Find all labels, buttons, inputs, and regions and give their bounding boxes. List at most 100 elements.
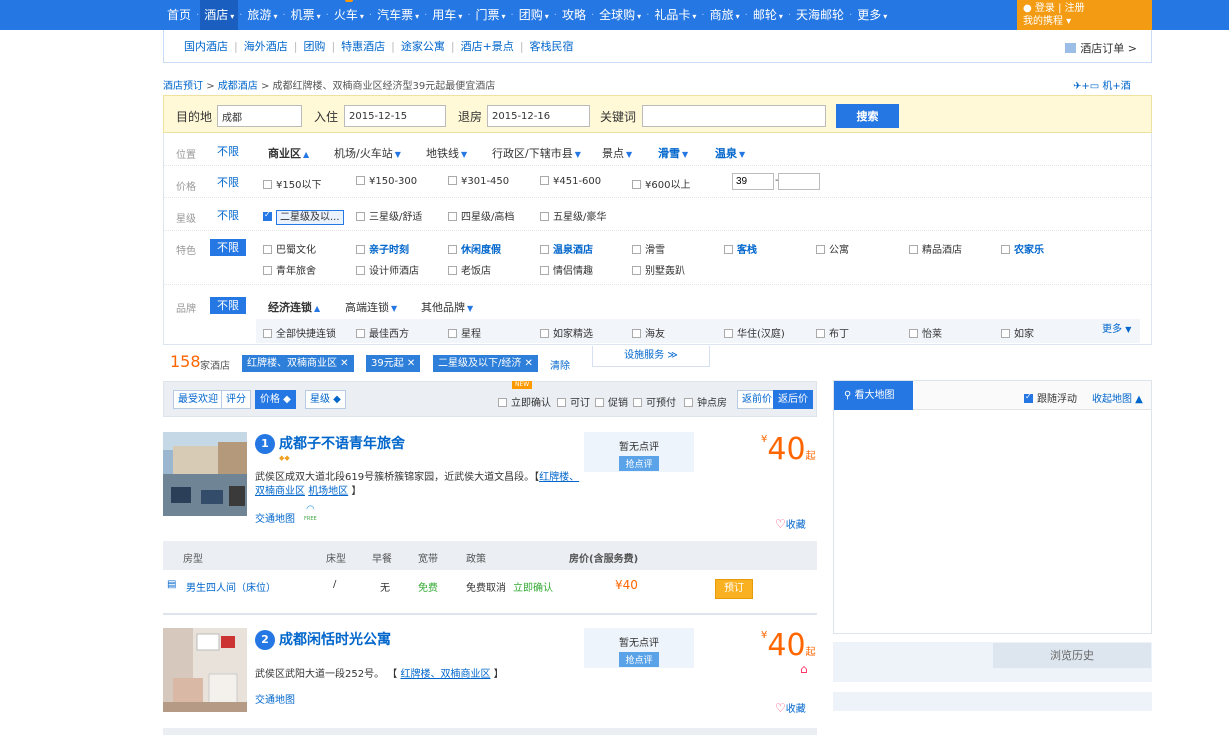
traffic-map-link[interactable]: 交通地图 (255, 691, 295, 706)
checkbox[interactable] (909, 245, 918, 254)
subnav-item-3[interactable]: 特惠酒店 (341, 38, 385, 54)
brand-option-3[interactable]: 如家精选 (540, 325, 593, 340)
brand-tab-2[interactable]: 其他品牌 ▼ (421, 299, 473, 315)
check-promo[interactable]: 促销 (595, 394, 628, 409)
book-button[interactable]: 预订 (715, 579, 753, 599)
feature-option-1[interactable]: 亲子时刻 (356, 241, 409, 256)
checkbox[interactable] (724, 329, 733, 338)
subnav-item-2[interactable]: 团购 (303, 38, 325, 54)
checkbox[interactable] (909, 329, 918, 338)
subnav-item-5[interactable]: 酒店+景点 (461, 38, 514, 54)
register-link[interactable]: 注册 (1065, 3, 1085, 14)
write-review-button[interactable]: 抢点评 (619, 652, 659, 667)
nav-item-11[interactable]: 礼品卡 ▾ (650, 0, 700, 30)
checkbox[interactable] (356, 329, 365, 338)
browse-history-tab[interactable]: 浏览历史 (993, 643, 1151, 668)
favorite-button[interactable]: ♡收藏 (775, 700, 806, 715)
checkbox[interactable] (356, 212, 365, 221)
checkbox[interactable] (540, 176, 549, 185)
checkbox[interactable] (632, 180, 641, 189)
nav-item-7[interactable]: 门票 ▾ (472, 0, 510, 30)
check-available[interactable]: 可订 (557, 394, 590, 409)
brand-tab-0[interactable]: 经济连锁 ▲ (268, 299, 320, 315)
more-services-toggle[interactable]: 设施服务 ≫ (592, 346, 710, 367)
feature-option-3[interactable]: 温泉酒店 (540, 241, 593, 256)
feature-option-2[interactable]: 休闲度假 (448, 241, 501, 256)
checkbox[interactable] (263, 245, 272, 254)
traffic-map-link[interactable]: 交通地图 (255, 510, 295, 525)
checkbox[interactable] (724, 245, 733, 254)
chip-price[interactable]: 39元起 ✕ (366, 355, 421, 372)
brand-unlimited[interactable]: 不限 (210, 297, 246, 314)
brand-option-2[interactable]: 星程 (448, 325, 481, 340)
location-option-2[interactable]: 地铁线 ▼ (426, 145, 467, 161)
login-link[interactable]: 登录 (1035, 3, 1055, 14)
subnav-item-6[interactable]: 客栈民宿 (530, 38, 574, 54)
hotel-name-link[interactable]: 成都子不语青年旅舍 (279, 433, 405, 453)
price-min-input[interactable] (732, 173, 774, 190)
area-link-airport[interactable]: 机场地区 (308, 486, 348, 497)
checkbox[interactable] (632, 245, 641, 254)
brand-option-7[interactable]: 怡莱 (909, 325, 942, 340)
location-option-6[interactable]: 温泉 ▼ (715, 145, 745, 161)
my-trip-menu[interactable]: 我的携程 ▾ (1023, 15, 1146, 28)
write-review-button[interactable]: 抢点评 (619, 456, 659, 471)
sort-price[interactable]: 价格 ◆ (255, 390, 296, 409)
feature-option-r2-4[interactable]: 别墅轰趴 (632, 262, 685, 277)
nav-item-0[interactable]: 首页 (163, 0, 195, 30)
favorite-button[interactable]: ♡收藏 (775, 516, 806, 531)
location-option-5[interactable]: 滑雪 ▼ (658, 145, 688, 161)
checkbox[interactable] (356, 245, 365, 254)
brand-option-6[interactable]: 布丁 (816, 325, 849, 340)
nav-item-12[interactable]: 商旅 ▾ (706, 0, 744, 30)
checkbox[interactable] (448, 329, 457, 338)
hotel-photo[interactable] (163, 432, 247, 516)
hotel-photo[interactable] (163, 628, 247, 712)
feature-option-8[interactable]: 农家乐 (1001, 241, 1044, 256)
feature-option-7[interactable]: 精品酒店 (909, 241, 962, 256)
destination-input[interactable] (217, 105, 302, 127)
nav-item-3[interactable]: 机票 ▾ (287, 0, 325, 30)
price-option-1[interactable]: ¥150-300 (356, 176, 417, 187)
sort-star[interactable]: 星级 ◆ (305, 390, 346, 409)
brand-option-5[interactable]: 华住(汉庭) (724, 325, 785, 340)
feature-option-4[interactable]: 滑雪 (632, 241, 665, 256)
brand-option-8[interactable]: 如家 (1001, 325, 1034, 340)
price-option-4[interactable]: ¥600以上 (632, 176, 690, 191)
chip-business-area[interactable]: 红牌楼、双楠商业区 ✕ (242, 355, 354, 372)
nav-item-14[interactable]: 天海邮轮 (792, 0, 848, 30)
nav-item-10[interactable]: 全球购 ▾ (595, 0, 645, 30)
feature-option-6[interactable]: 公寓 (816, 241, 849, 256)
nav-item-6[interactable]: 用车 ▾ (428, 0, 466, 30)
hotel-name-link[interactable]: 成都闲恬时光公寓 (279, 629, 391, 649)
feature-unlimited[interactable]: 不限 (210, 239, 246, 256)
after-rebate-price[interactable]: 返后价 (773, 390, 813, 409)
star-option-1[interactable]: 三星级/舒适 (356, 208, 422, 223)
chip-star[interactable]: 二星级及以下/经济 ✕ (433, 355, 538, 372)
flight-hotel-link[interactable]: ✈+▭ 机+酒 (1073, 77, 1131, 92)
subnav-item-1[interactable]: 海外酒店 (244, 38, 288, 54)
checkbox[interactable] (448, 212, 457, 221)
price-option-3[interactable]: ¥451-600 (540, 176, 601, 187)
checkbox[interactable] (1001, 329, 1010, 338)
sort-popular[interactable]: 最受欢迎 (173, 390, 223, 409)
sort-rating[interactable]: 评分 (221, 390, 251, 409)
checkbox[interactable] (1001, 245, 1010, 254)
feature-option-5[interactable]: 客栈 (724, 241, 757, 256)
feature-option-r2-3[interactable]: 情侣情趣 (540, 262, 593, 277)
brand-option-0[interactable]: 全部快捷连锁 (263, 325, 336, 340)
checkbox[interactable] (632, 329, 641, 338)
checkbox[interactable] (816, 329, 825, 338)
checkbox[interactable] (632, 266, 641, 275)
star-unlimited[interactable]: 不限 (210, 207, 246, 224)
checkbox[interactable] (540, 212, 549, 221)
price-unlimited[interactable]: 不限 (210, 174, 246, 191)
checkbox[interactable] (263, 266, 272, 275)
star-option-3[interactable]: 五星级/豪华 (540, 208, 606, 223)
hotel-order-link[interactable]: 酒店订单 > (1065, 40, 1137, 56)
star-option-2[interactable]: 四星级/高档 (448, 208, 514, 223)
breadcrumb-chengdu-hotels[interactable]: 成都酒店 (218, 81, 258, 92)
checkbox[interactable] (540, 266, 549, 275)
nav-item-9[interactable]: 攻略 (558, 0, 590, 30)
checkbox[interactable] (263, 329, 272, 338)
